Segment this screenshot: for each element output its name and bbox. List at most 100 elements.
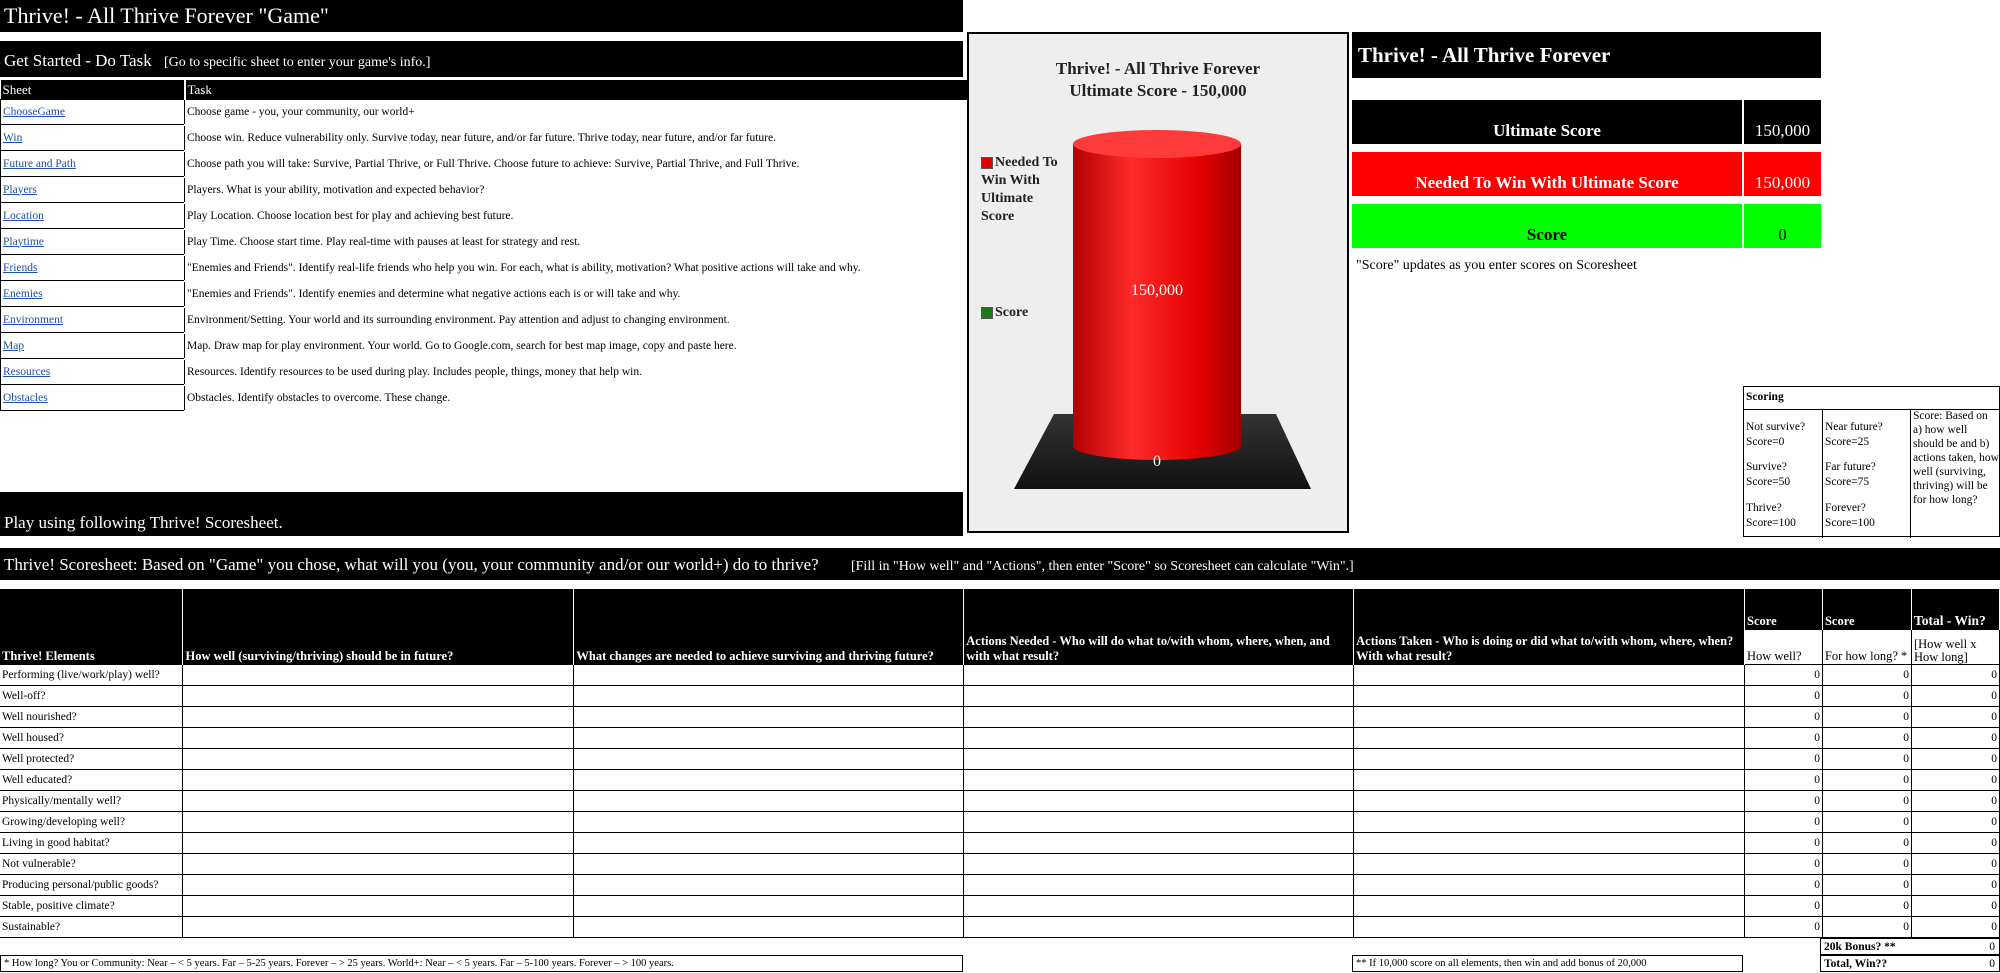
total-cell[interactable]: 0 <box>1910 727 2000 749</box>
actions-needed-cell[interactable] <box>963 685 1355 707</box>
score-how-long-cell[interactable]: 0 <box>1821 832 1912 854</box>
sheet-link[interactable]: Future and Path <box>3 158 76 170</box>
score-how-long-cell[interactable]: 0 <box>1821 769 1912 791</box>
how-well-cell[interactable] <box>182 664 575 686</box>
changes-cell[interactable] <box>573 832 965 854</box>
score-how-long-cell[interactable]: 0 <box>1821 811 1912 833</box>
actions-taken-cell[interactable] <box>1353 853 1745 875</box>
sheet-link[interactable]: Map <box>3 340 24 352</box>
total-cell[interactable]: 0 <box>1910 895 2000 917</box>
changes-cell[interactable] <box>573 685 965 707</box>
how-well-cell[interactable] <box>182 916 575 938</box>
changes-cell[interactable] <box>573 916 965 938</box>
score-how-long-cell[interactable]: 0 <box>1821 853 1912 875</box>
score-how-well-cell[interactable]: 0 <box>1744 748 1823 770</box>
score-how-well-cell[interactable]: 0 <box>1744 664 1823 686</box>
changes-cell[interactable] <box>573 727 965 749</box>
actions-taken-cell[interactable] <box>1353 832 1745 854</box>
sheet-link[interactable]: Resources <box>3 366 50 378</box>
score-how-well-cell[interactable]: 0 <box>1744 685 1823 707</box>
actions-needed-cell[interactable] <box>963 706 1355 728</box>
how-well-cell[interactable] <box>182 832 575 854</box>
actions-needed-cell[interactable] <box>963 832 1355 854</box>
changes-cell[interactable] <box>573 664 965 686</box>
sheet-link[interactable]: Friends <box>3 262 38 274</box>
sheet-link[interactable]: Location <box>3 210 44 222</box>
score-how-long-cell[interactable]: 0 <box>1821 706 1912 728</box>
total-cell[interactable]: 0 <box>1910 811 2000 833</box>
score-how-long-cell[interactable]: 0 <box>1821 664 1912 686</box>
score-how-long-cell[interactable]: 0 <box>1821 916 1912 938</box>
actions-taken-cell[interactable] <box>1353 727 1745 749</box>
actions-needed-cell[interactable] <box>963 727 1355 749</box>
how-well-cell[interactable] <box>182 727 575 749</box>
how-well-cell[interactable] <box>182 790 575 812</box>
actions-taken-cell[interactable] <box>1353 685 1745 707</box>
score-how-well-cell[interactable]: 0 <box>1744 832 1823 854</box>
score-how-well-cell[interactable]: 0 <box>1744 895 1823 917</box>
how-well-cell[interactable] <box>182 748 575 770</box>
actions-needed-cell[interactable] <box>963 748 1355 770</box>
actions-taken-cell[interactable] <box>1353 790 1745 812</box>
changes-cell[interactable] <box>573 790 965 812</box>
score-how-well-cell[interactable]: 0 <box>1744 916 1823 938</box>
score-how-long-cell[interactable]: 0 <box>1821 790 1912 812</box>
total-cell[interactable]: 0 <box>1910 874 2000 896</box>
actions-needed-cell[interactable] <box>963 664 1355 686</box>
ultimate-score-chart[interactable]: Thrive! - All Thrive Forever Ultimate Sc… <box>967 32 1349 533</box>
how-well-cell[interactable] <box>182 706 575 728</box>
actions-taken-cell[interactable] <box>1353 874 1745 896</box>
total-cell[interactable]: 0 <box>1910 853 2000 875</box>
actions-needed-cell[interactable] <box>963 895 1355 917</box>
actions-taken-cell[interactable] <box>1353 811 1745 833</box>
changes-cell[interactable] <box>573 895 965 917</box>
actions-taken-cell[interactable] <box>1353 769 1745 791</box>
score-how-well-cell[interactable]: 0 <box>1744 769 1823 791</box>
actions-taken-cell[interactable] <box>1353 748 1745 770</box>
how-well-cell[interactable] <box>182 853 575 875</box>
score-how-well-cell[interactable]: 0 <box>1744 727 1823 749</box>
total-cell[interactable]: 0 <box>1910 832 2000 854</box>
actions-needed-cell[interactable] <box>963 811 1355 833</box>
actions-needed-cell[interactable] <box>963 769 1355 791</box>
sheet-link[interactable]: Players <box>3 184 37 196</box>
actions-needed-cell[interactable] <box>963 853 1355 875</box>
changes-cell[interactable] <box>573 748 965 770</box>
sheet-link[interactable]: Win <box>3 132 22 144</box>
score-how-well-cell[interactable]: 0 <box>1744 853 1823 875</box>
score-how-well-cell[interactable]: 0 <box>1744 790 1823 812</box>
actions-taken-cell[interactable] <box>1353 706 1745 728</box>
total-cell[interactable]: 0 <box>1910 769 2000 791</box>
how-well-cell[interactable] <box>182 874 575 896</box>
actions-taken-cell[interactable] <box>1353 664 1745 686</box>
actions-needed-cell[interactable] <box>963 874 1355 896</box>
actions-needed-cell[interactable] <box>963 790 1355 812</box>
changes-cell[interactable] <box>573 811 965 833</box>
total-cell[interactable]: 0 <box>1910 790 2000 812</box>
how-well-cell[interactable] <box>182 769 575 791</box>
sheet-link[interactable]: ChooseGame <box>3 106 65 118</box>
changes-cell[interactable] <box>573 853 965 875</box>
score-how-long-cell[interactable]: 0 <box>1821 748 1912 770</box>
how-well-cell[interactable] <box>182 895 575 917</box>
score-how-long-cell[interactable]: 0 <box>1821 727 1912 749</box>
sheet-link[interactable]: Obstacles <box>3 392 48 404</box>
total-cell[interactable]: 0 <box>1910 748 2000 770</box>
score-how-well-cell[interactable]: 0 <box>1744 811 1823 833</box>
total-cell[interactable]: 0 <box>1910 916 2000 938</box>
score-how-well-cell[interactable]: 0 <box>1744 706 1823 728</box>
total-cell[interactable]: 0 <box>1910 685 2000 707</box>
sheet-link[interactable]: Playtime <box>3 236 44 248</box>
actions-taken-cell[interactable] <box>1353 916 1745 938</box>
sheet-link[interactable]: Enemies <box>3 288 43 300</box>
changes-cell[interactable] <box>573 706 965 728</box>
how-well-cell[interactable] <box>182 811 575 833</box>
total-cell[interactable]: 0 <box>1910 664 2000 686</box>
score-how-long-cell[interactable]: 0 <box>1821 895 1912 917</box>
total-cell[interactable]: 0 <box>1910 706 2000 728</box>
sheet-link[interactable]: Environment <box>3 314 63 326</box>
actions-taken-cell[interactable] <box>1353 895 1745 917</box>
how-well-cell[interactable] <box>182 685 575 707</box>
changes-cell[interactable] <box>573 769 965 791</box>
score-how-well-cell[interactable]: 0 <box>1744 874 1823 896</box>
